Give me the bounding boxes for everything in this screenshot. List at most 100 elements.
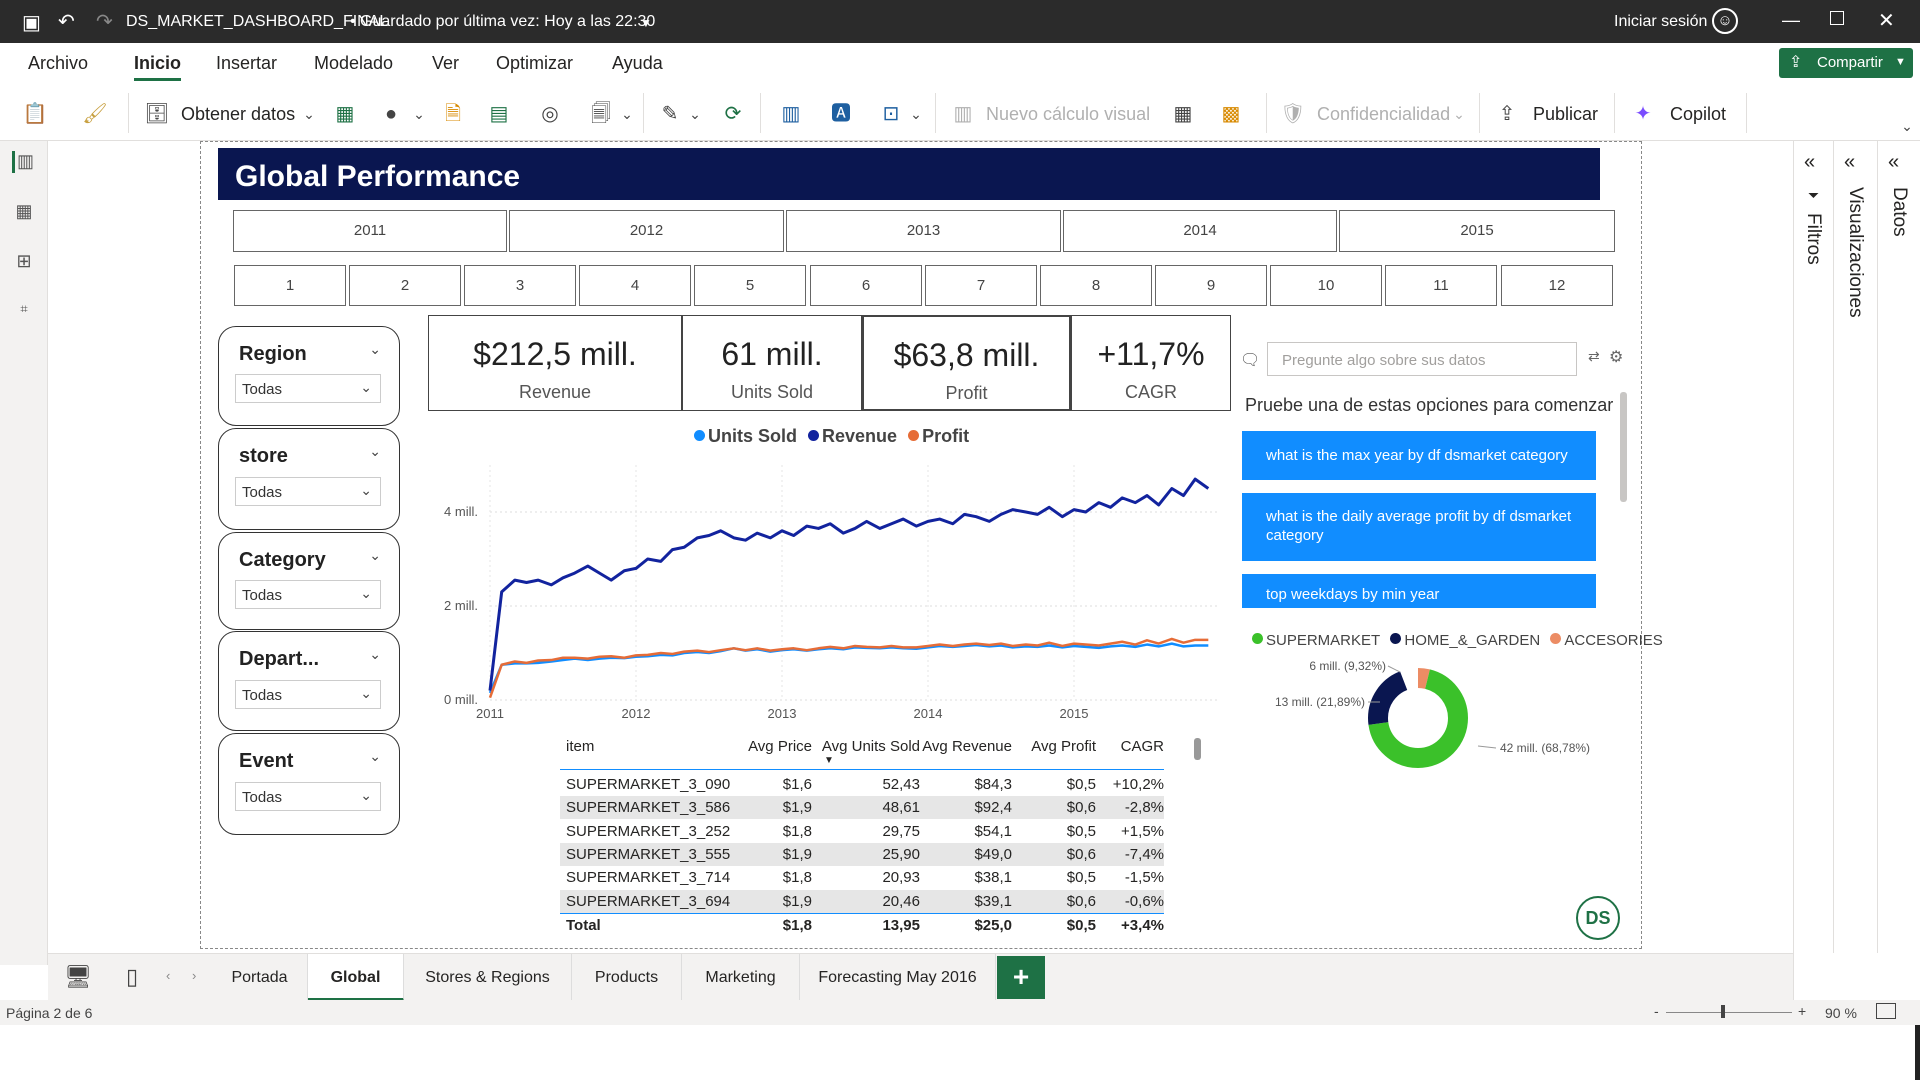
transform-icon[interactable]: 🗐 [588, 101, 614, 127]
chevron-down-icon[interactable]: ⌄ [369, 748, 381, 765]
month-slicer-10[interactable]: 10 [1270, 265, 1382, 306]
chevron-down-icon[interactable]: ⌄ [369, 547, 381, 564]
minimize-icon[interactable]: — [1782, 10, 1800, 31]
prev-page-icon[interactable]: ‹ [166, 968, 170, 983]
expand-icon[interactable]: « [1888, 151, 1899, 174]
menu-inicio[interactable]: Inicio [134, 53, 182, 81]
region-dropdown[interactable]: Todas ⌄ [235, 374, 381, 403]
visualizations-pane[interactable]: « Visualizaciones [1834, 141, 1878, 953]
get-data-chevron-icon[interactable]: ⌄ [296, 101, 322, 127]
month-slicer-4[interactable]: 4 [579, 265, 691, 306]
add-page-button[interactable]: + [997, 956, 1045, 999]
new-visual-icon[interactable]: ▥ [778, 101, 804, 127]
menu-optimizar[interactable]: Optimizar [496, 53, 573, 74]
database-icon[interactable]: 🗄 [144, 101, 170, 127]
filters-pane[interactable]: « ⏷ Filtros [1794, 141, 1834, 953]
redo-icon[interactable]: ↷ [96, 9, 113, 34]
month-slicer-5[interactable]: 5 [694, 265, 806, 306]
tab-marketing[interactable]: Marketing [682, 954, 800, 1001]
menu-ayuda[interactable]: Ayuda [612, 53, 663, 74]
menu-modelado[interactable]: Modelado [314, 53, 393, 74]
store-dropdown[interactable]: Todas ⌄ [235, 477, 381, 506]
get-data-button[interactable]: Obtener datos [181, 104, 295, 125]
legend-home-garden[interactable]: HOME_&_GARDEN [1390, 632, 1540, 649]
format-painter-icon[interactable]: 🖌 [82, 101, 108, 127]
undo-icon[interactable]: ↶ [58, 9, 75, 34]
model-view-icon[interactable]: ⊞ [12, 251, 36, 273]
report-view-icon[interactable]: ▥ [12, 151, 36, 173]
legend-supermarket[interactable]: SUPERMARKET [1252, 632, 1380, 649]
legend-revenue[interactable]: Revenue [808, 426, 897, 446]
save-icon[interactable]: ▣ [22, 10, 41, 35]
sort-desc-icon[interactable]: ▼ [824, 755, 834, 766]
edit-chevron-icon[interactable]: ⌄ [682, 101, 708, 127]
year-slicer-2013[interactable]: 2013 [786, 210, 1061, 252]
month-slicer-8[interactable]: 8 [1040, 265, 1152, 306]
chevron-down-icon[interactable]: ⌄ [369, 443, 381, 460]
next-page-icon[interactable]: › [192, 968, 196, 983]
qa-convert-icon[interactable]: ⇄ [1588, 348, 1600, 365]
expand-icon[interactable]: « [1844, 151, 1855, 174]
line-chart[interactable]: 0 mill. 2 mill. 4 mill. 2011 2012 2013 2014 201… [430, 455, 1230, 735]
table-view-icon[interactable]: ▦ [12, 201, 36, 223]
menu-ver[interactable]: Ver [432, 53, 459, 74]
tab-products[interactable]: Products [572, 954, 682, 1001]
expand-icon[interactable]: « [1804, 151, 1815, 174]
department-dropdown[interactable]: Todas ⌄ [235, 680, 381, 709]
tab-forecasting[interactable]: Forecasting May 2016 [800, 954, 996, 1001]
chevron-down-icon[interactable]: ⌄ [369, 341, 381, 358]
table-row[interactable]: SUPERMARKET_3_694 $1,9 20,46 $39,1 $0,6 -0,6% [560, 889, 1164, 913]
copilot-button[interactable]: Copilot [1670, 104, 1726, 125]
new-measure-icon[interactable]: ▦ [1170, 101, 1196, 127]
more-visuals-chevron-icon[interactable]: ⌄ [903, 101, 929, 127]
chevron-down-icon[interactable]: ⌄ [369, 646, 381, 663]
edit-queries-icon[interactable]: ✎ [657, 101, 683, 127]
month-slicer-11[interactable]: 11 [1385, 265, 1497, 306]
tab-portada[interactable]: Portada [212, 954, 308, 1001]
dax-query-icon[interactable]: ⌗ [12, 301, 36, 323]
dataverse-icon[interactable]: ● [378, 101, 404, 127]
table-scrollbar[interactable] [1194, 738, 1201, 760]
share-button[interactable]: ⇪ Compartir ▼ [1779, 48, 1913, 78]
paste-icon[interactable]: 📋 [22, 101, 48, 127]
textbox-icon[interactable]: 🅰 [828, 101, 854, 127]
donut-chart[interactable]: 42 mill. (68,78%) 13 mill. (21,89%) 6 mill… [1240, 650, 1620, 780]
event-dropdown[interactable]: Todas ⌄ [235, 782, 381, 811]
close-icon[interactable]: ✕ [1878, 8, 1895, 33]
copilot-icon[interactable]: ✦ [1630, 101, 1656, 127]
legend-profit[interactable]: Profit [908, 426, 969, 446]
mobile-layout-icon[interactable]: ▯ [126, 964, 138, 990]
legend-accesories[interactable]: ACCESORIES [1550, 632, 1663, 649]
publish-icon[interactable]: ⇪ [1494, 101, 1520, 127]
year-slicer-2015[interactable]: 2015 [1339, 210, 1615, 252]
menu-insertar[interactable]: Insertar [216, 53, 277, 74]
desktop-layout-icon[interactable]: 🖥 [64, 964, 92, 990]
user-avatar-icon[interactable]: ☺ [1712, 8, 1738, 34]
month-slicer-9[interactable]: 9 [1155, 265, 1267, 306]
month-slicer-3[interactable]: 3 [464, 265, 576, 306]
table-header[interactable]: item Avg Price Avg Units Sold Avg Revenue Av… [560, 735, 1164, 766]
table-row[interactable]: SUPERMARKET_3_586 $1,9 48,61 $92,4 $0,6 -2,8% [560, 796, 1164, 820]
zoom-slider-thumb[interactable] [1721, 1005, 1725, 1018]
quick-measure-icon[interactable]: ▩ [1218, 101, 1244, 127]
gear-icon[interactable]: ⚙ [1609, 347, 1623, 367]
refresh-icon[interactable]: ⟳ [720, 101, 746, 127]
excel-icon[interactable]: ▦ [332, 101, 358, 127]
legend-units-sold[interactable]: Units Sold [694, 426, 797, 446]
table-row[interactable]: SUPERMARKET_3_714 $1,8 20,93 $38,1 $0,5 -1,5% [560, 866, 1164, 889]
tab-global[interactable]: Global [308, 954, 404, 1001]
qa-suggestion[interactable]: top weekdays by min year [1242, 574, 1596, 608]
title-chevron-icon[interactable]: ▼ [640, 16, 652, 30]
enter-data-icon[interactable]: ▤ [486, 101, 512, 127]
ribbon-collapse-icon[interactable]: ⌄ [1894, 113, 1920, 139]
table-row[interactable]: SUPERMARKET_3_555 $1,9 25,90 $49,0 $0,6 -7,4% [560, 842, 1164, 866]
table-row[interactable]: SUPERMARKET_3_090 $1,6 52,43 $84,3 $0,5 +10,2… [560, 773, 1164, 796]
more-visuals-icon[interactable]: ⊡ [878, 101, 904, 127]
month-slicer-7[interactable]: 7 [925, 265, 1037, 306]
year-slicer-2014[interactable]: 2014 [1063, 210, 1337, 252]
year-slicer-2011[interactable]: 2011 [233, 210, 507, 252]
zoom-in-icon[interactable]: + [1798, 1003, 1806, 1019]
sql-icon[interactable]: 🗎 [440, 101, 466, 127]
zoom-out-icon[interactable]: - [1654, 1003, 1659, 1019]
publish-button[interactable]: Publicar [1533, 104, 1598, 125]
